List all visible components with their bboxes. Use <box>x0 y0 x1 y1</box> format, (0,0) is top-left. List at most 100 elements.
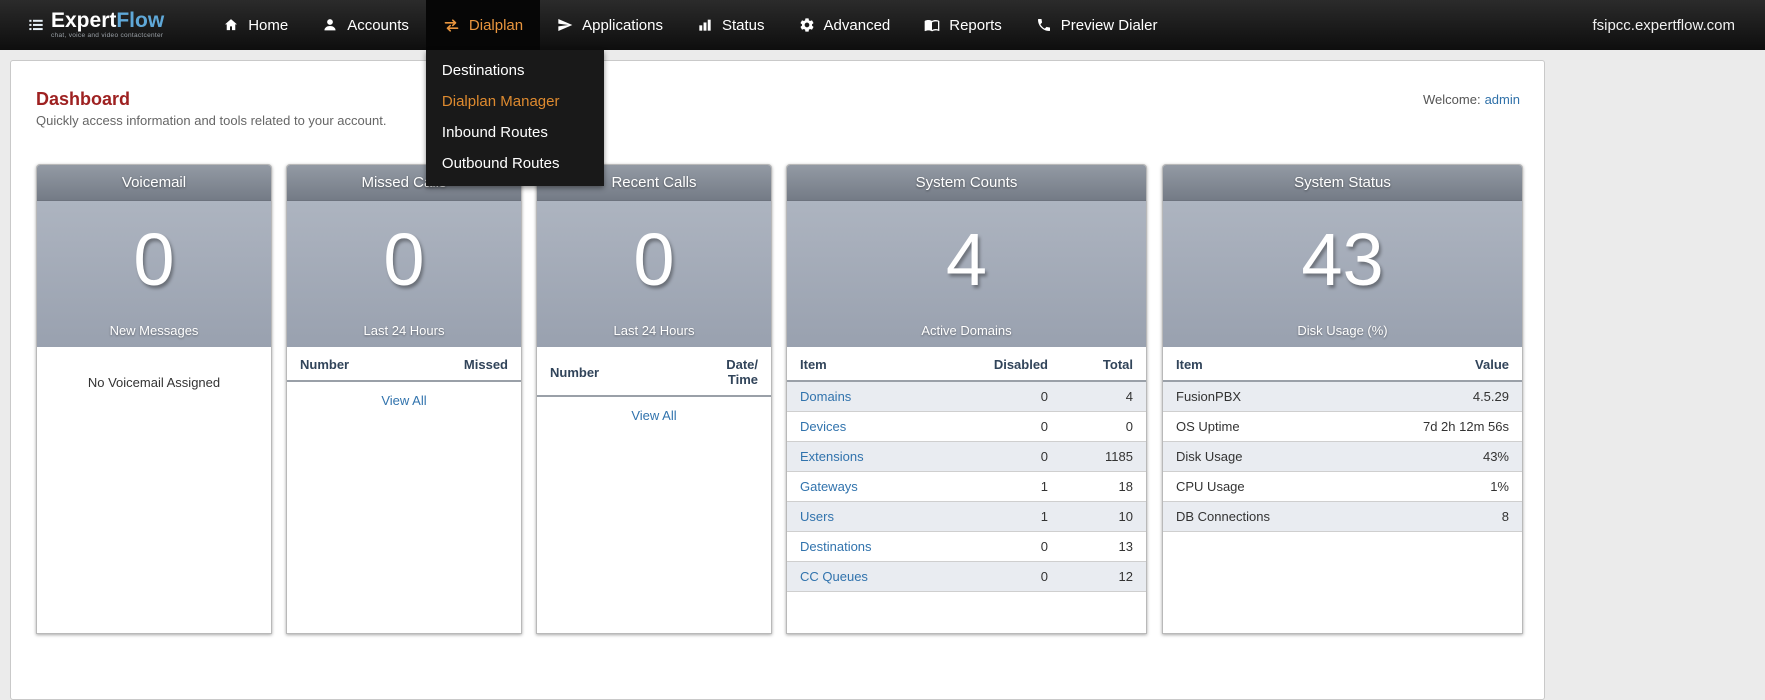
table-row: DB Connections 8 <box>1163 501 1522 532</box>
system-status-hero: 43 Disk Usage (%) <box>1163 201 1522 347</box>
voicemail-hero: 0 New Messages <box>37 201 271 347</box>
system-counts-table: Item Disabled Total Domains 0 4 Devices … <box>787 347 1146 592</box>
brand-tagline: chat, voice and video contactcenter <box>51 32 164 40</box>
recent-calls-count: 0 <box>633 218 675 301</box>
nav-item-home[interactable]: Home <box>206 0 305 50</box>
welcome-user-link[interactable]: admin <box>1485 92 1520 107</box>
user-icon <box>322 17 338 33</box>
view-all-link[interactable]: View All <box>631 408 676 423</box>
server-domain: fsipcc.expertflow.com <box>1592 16 1735 34</box>
disabled-value: 0 <box>971 411 1061 442</box>
welcome-label: Welcome: <box>1423 92 1481 107</box>
book-icon <box>924 17 940 33</box>
recent-calls-table: Number Date/ Time <box>537 347 771 397</box>
nav-item-applications[interactable]: Applications <box>540 0 680 50</box>
table-row: Gateways 1 18 <box>787 471 1146 502</box>
system-status-card: System Status 43 Disk Usage (%) Item Val… <box>1162 164 1523 634</box>
status-value: 43% <box>1392 441 1522 472</box>
missed-calls-card: Missed Calls 0 Last 24 Hours Number Miss… <box>286 164 522 634</box>
item-link-destinations[interactable]: Destinations <box>800 539 872 554</box>
welcome-text: Welcome: admin <box>1423 92 1520 107</box>
nav-item-label: Home <box>248 16 289 34</box>
gear-icon <box>799 17 815 33</box>
column-header: Number <box>287 347 409 382</box>
nav-item-status[interactable]: Status <box>680 0 782 50</box>
table-row: OS Uptime 7d 2h 12m 56s <box>1163 411 1522 442</box>
home-icon <box>223 17 239 33</box>
main-nav: Home Accounts Dialplan Destinations Dial… <box>206 0 1175 186</box>
dropdown-item-outbound-routes[interactable]: Outbound Routes <box>426 148 604 179</box>
voicemail-count-label: New Messages <box>109 323 199 338</box>
voicemail-count: 0 <box>133 218 175 301</box>
item-link-domains[interactable]: Domains <box>800 389 851 404</box>
total-value: 4 <box>1061 381 1146 412</box>
item-link-users[interactable]: Users <box>800 509 834 524</box>
column-header: Number <box>537 347 670 397</box>
table-row: CPU Usage 1% <box>1163 471 1522 502</box>
nav-item-advanced[interactable]: Advanced <box>782 0 908 50</box>
menu-list-icon <box>28 17 44 33</box>
table-row: Disk Usage 43% <box>1163 441 1522 472</box>
column-header: Value <box>1392 347 1522 382</box>
system-counts-card: System Counts 4 Active Domains Item Disa… <box>786 164 1147 634</box>
page-subtitle: Quickly access information and tools rel… <box>36 113 387 128</box>
total-value: 10 <box>1061 501 1146 532</box>
system-status-table: Item Value FusionPBX 4.5.29 OS Uptime 7d… <box>1163 347 1522 532</box>
table-row: Users 1 10 <box>787 501 1146 532</box>
column-header: Item <box>787 347 971 382</box>
table-row: Devices 0 0 <box>787 411 1146 442</box>
missed-calls-hero: 0 Last 24 Hours <box>287 201 521 347</box>
brand-logo[interactable]: ExpertFlow chat, voice and video contact… <box>28 10 164 40</box>
disabled-value: 1 <box>971 501 1061 532</box>
system-counts-card-title: System Counts <box>787 165 1146 201</box>
item-link-extensions[interactable]: Extensions <box>800 449 864 464</box>
total-value: 12 <box>1061 561 1146 592</box>
table-row: Domains 0 4 <box>787 381 1146 412</box>
view-all-link[interactable]: View All <box>381 393 426 408</box>
nav-item-preview-dialer[interactable]: Preview Dialer <box>1019 0 1175 50</box>
item-link-devices[interactable]: Devices <box>800 419 846 434</box>
dropdown-item-destinations[interactable]: Destinations <box>426 55 604 86</box>
column-header: Date/ Time <box>669 347 771 397</box>
recent-calls-view-all: View All <box>537 397 771 434</box>
nav-item-label: Status <box>722 16 765 34</box>
table-row: FusionPBX 4.5.29 <box>1163 381 1522 412</box>
disabled-value: 0 <box>971 531 1061 562</box>
status-item: CPU Usage <box>1163 471 1392 502</box>
status-value: 7d 2h 12m 56s <box>1392 411 1522 442</box>
missed-calls-count: 0 <box>383 218 425 301</box>
column-header: Item <box>1163 347 1392 382</box>
status-value: 4.5.29 <box>1392 381 1522 412</box>
dropdown-item-dialplan-manager[interactable]: Dialplan Manager <box>426 86 604 117</box>
system-status-count: 43 <box>1301 218 1384 301</box>
item-link-gateways[interactable]: Gateways <box>800 479 858 494</box>
column-header: Missed <box>408 347 521 382</box>
item-link-cc-queues[interactable]: CC Queues <box>800 569 868 584</box>
dialplan-dropdown: Destinations Dialplan Manager Inbound Ro… <box>425 50 604 186</box>
voicemail-empty-text: No Voicemail Assigned <box>87 375 221 390</box>
system-counts-count: 4 <box>945 218 988 301</box>
status-value: 8 <box>1392 501 1522 532</box>
system-counts-hero: 4 Active Domains <box>787 201 1146 347</box>
status-item: DB Connections <box>1163 501 1392 532</box>
total-value: 0 <box>1061 411 1146 442</box>
nav-item-dialplan[interactable]: Dialplan Destinations Dialplan Manager I… <box>425 0 604 186</box>
paper-plane-icon <box>557 17 573 33</box>
table-row: Destinations 0 13 <box>787 531 1146 562</box>
status-item: OS Uptime <box>1163 411 1392 442</box>
disabled-value: 1 <box>971 471 1061 502</box>
nav-item-label: Accounts <box>347 16 409 34</box>
voicemail-card: Voicemail 0 New Messages No Voicemail As… <box>36 164 272 634</box>
status-value: 1% <box>1392 471 1522 502</box>
status-item: Disk Usage <box>1163 441 1392 472</box>
system-status-count-label: Disk Usage (%) <box>1297 323 1388 338</box>
total-value: 13 <box>1061 531 1146 562</box>
status-item: FusionPBX <box>1163 381 1392 412</box>
dropdown-item-inbound-routes[interactable]: Inbound Routes <box>426 117 604 148</box>
column-header: Total <box>1061 347 1146 382</box>
system-counts-count-label: Active Domains <box>921 323 1012 338</box>
nav-item-reports[interactable]: Reports <box>907 0 1019 50</box>
nav-item-label: Preview Dialer <box>1060 16 1158 34</box>
total-value: 1185 <box>1061 441 1146 472</box>
nav-item-accounts[interactable]: Accounts <box>305 0 426 50</box>
